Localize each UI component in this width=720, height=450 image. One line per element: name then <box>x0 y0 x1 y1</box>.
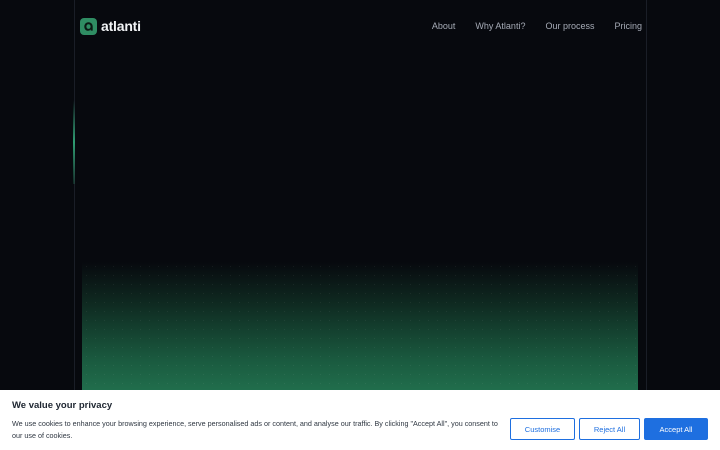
frame-line-right <box>646 0 647 450</box>
cookie-buttons: Customise Reject All Accept All <box>510 418 708 440</box>
reject-all-button[interactable]: Reject All <box>579 418 640 440</box>
logo-link[interactable]: atlanti <box>80 17 141 35</box>
page: atlanti About Why Atlanti? Our process P… <box>0 0 720 450</box>
frame-accent-line <box>73 100 75 184</box>
hero-stars <box>82 262 638 402</box>
nav-about[interactable]: About <box>432 21 456 31</box>
logo-text: atlanti <box>101 18 141 34</box>
hero-glow <box>82 262 638 402</box>
cookie-text: We use cookies to enhance your browsing … <box>12 419 498 440</box>
nav-why-atlanti[interactable]: Why Atlanti? <box>475 21 525 31</box>
logo-icon <box>80 17 97 35</box>
main-nav: About Why Atlanti? Our process Pricing <box>432 21 642 31</box>
nav-pricing[interactable]: Pricing <box>614 21 642 31</box>
cookie-title: We value your privacy <box>12 400 113 411</box>
site-header: atlanti About Why Atlanti? Our process P… <box>80 16 642 36</box>
accept-all-button[interactable]: Accept All <box>644 418 708 440</box>
customise-button[interactable]: Customise <box>510 418 575 440</box>
nav-our-process[interactable]: Our process <box>545 21 594 31</box>
cookie-banner: We value your privacy We use cookies to … <box>0 390 720 450</box>
frame-line-left <box>74 0 75 450</box>
